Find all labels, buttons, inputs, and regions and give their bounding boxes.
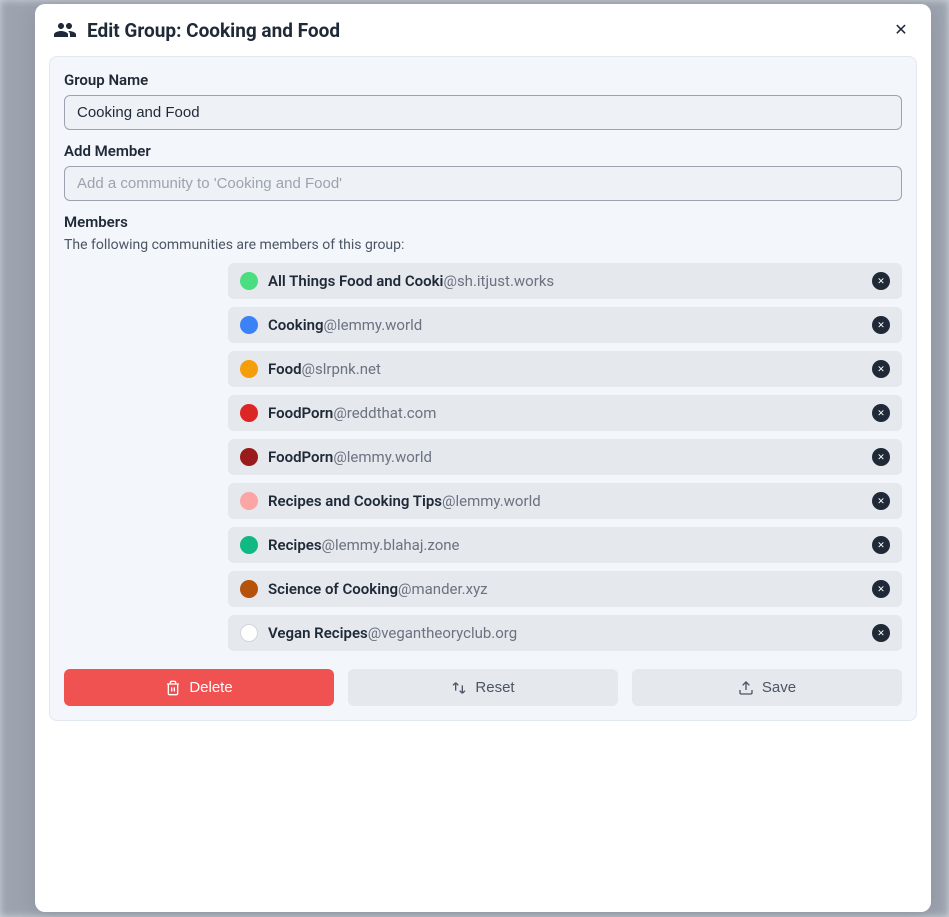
group-name-input[interactable]	[64, 95, 902, 130]
trash-icon	[165, 680, 181, 696]
community-avatar	[240, 404, 258, 422]
member-instance: @reddthat.com	[333, 404, 436, 422]
member-instance: @lemmy.blahaj.zone	[322, 536, 460, 554]
member-label: Cooking@lemmy.world	[268, 316, 862, 334]
community-avatar	[240, 272, 258, 290]
member-name: Food	[268, 360, 302, 378]
member-instance: @lemmy.world	[333, 448, 432, 466]
member-row: Vegan Recipes@vegantheoryclub.org ✕	[228, 615, 902, 651]
community-avatar	[240, 360, 258, 378]
member-label: Recipes and Cooking Tips@lemmy.world	[268, 492, 862, 510]
group-name-label: Group Name	[64, 71, 902, 89]
member-label: Food@slrpnk.net	[268, 360, 862, 378]
add-member-input[interactable]	[64, 166, 902, 201]
close-icon: ✕	[894, 20, 907, 40]
member-name: All Things Food and Cooki	[268, 272, 443, 290]
edit-group-modal: Edit Group: Cooking and Food ✕ Group Nam…	[35, 4, 931, 912]
member-instance: @slrpnk.net	[302, 360, 381, 378]
remove-member-button[interactable]: ✕	[872, 536, 890, 554]
modal-body: Group Name Add Member Members The follow…	[49, 56, 917, 721]
remove-icon: ✕	[877, 276, 885, 287]
member-row: Recipes@lemmy.blahaj.zone ✕	[228, 527, 902, 563]
member-label: Recipes@lemmy.blahaj.zone	[268, 536, 862, 554]
member-name: Recipes	[268, 536, 322, 554]
delete-label: Delete	[189, 679, 232, 696]
member-instance: @vegantheoryclub.org	[368, 624, 517, 642]
member-name: Science of Cooking	[268, 580, 398, 598]
remove-member-button[interactable]: ✕	[872, 492, 890, 510]
reset-button[interactable]: Reset	[348, 669, 618, 706]
upload-icon	[738, 680, 754, 696]
reset-icon	[451, 680, 467, 696]
remove-icon: ✕	[877, 408, 885, 419]
member-label: FoodPorn@reddthat.com	[268, 404, 862, 422]
remove-icon: ✕	[877, 584, 885, 595]
remove-member-button[interactable]: ✕	[872, 580, 890, 598]
member-instance: @lemmy.world	[442, 492, 541, 510]
member-instance: @sh.itjust.works	[443, 272, 554, 290]
member-row: All Things Food and Cooki@sh.itjust.work…	[228, 263, 902, 299]
community-avatar	[240, 316, 258, 334]
remove-icon: ✕	[877, 496, 885, 507]
reset-label: Reset	[475, 679, 514, 696]
save-label: Save	[762, 679, 796, 696]
add-member-label: Add Member	[64, 142, 902, 160]
member-name: Recipes and Cooking Tips	[268, 492, 442, 510]
member-name: Cooking	[268, 316, 324, 334]
member-name: Vegan Recipes	[268, 624, 368, 642]
member-name: FoodPorn	[268, 404, 333, 422]
remove-member-button[interactable]: ✕	[872, 316, 890, 334]
remove-icon: ✕	[877, 452, 885, 463]
member-label: All Things Food and Cooki@sh.itjust.work…	[268, 272, 862, 290]
remove-member-button[interactable]: ✕	[872, 448, 890, 466]
modal-title: Edit Group: Cooking and Food	[87, 19, 879, 42]
remove-icon: ✕	[877, 540, 885, 551]
community-avatar	[240, 580, 258, 598]
community-avatar	[240, 492, 258, 510]
remove-member-button[interactable]: ✕	[872, 404, 890, 422]
member-label: Vegan Recipes@vegantheoryclub.org	[268, 624, 862, 642]
action-row: Delete Reset Save	[64, 669, 902, 706]
member-instance: @mander.xyz	[398, 580, 488, 598]
delete-button[interactable]: Delete	[64, 669, 334, 706]
save-button[interactable]: Save	[632, 669, 902, 706]
remove-icon: ✕	[877, 320, 885, 331]
member-label: FoodPorn@lemmy.world	[268, 448, 862, 466]
close-button[interactable]: ✕	[889, 18, 913, 42]
modal-header: Edit Group: Cooking and Food ✕	[35, 4, 931, 56]
remove-icon: ✕	[877, 364, 885, 375]
members-helper: The following communities are members of…	[64, 237, 902, 253]
community-avatar	[240, 624, 258, 642]
member-row: Food@slrpnk.net ✕	[228, 351, 902, 387]
community-avatar	[240, 536, 258, 554]
member-row: FoodPorn@reddthat.com ✕	[228, 395, 902, 431]
remove-icon: ✕	[877, 628, 885, 639]
group-icon	[53, 18, 77, 42]
members-list: All Things Food and Cooki@sh.itjust.work…	[64, 263, 902, 651]
remove-member-button[interactable]: ✕	[872, 624, 890, 642]
member-row: FoodPorn@lemmy.world ✕	[228, 439, 902, 475]
members-label: Members	[64, 213, 902, 231]
member-instance: @lemmy.world	[324, 316, 423, 334]
community-avatar	[240, 448, 258, 466]
member-row: Cooking@lemmy.world ✕	[228, 307, 902, 343]
remove-member-button[interactable]: ✕	[872, 360, 890, 378]
member-label: Science of Cooking@mander.xyz	[268, 580, 862, 598]
member-name: FoodPorn	[268, 448, 333, 466]
member-row: Science of Cooking@mander.xyz ✕	[228, 571, 902, 607]
member-row: Recipes and Cooking Tips@lemmy.world ✕	[228, 483, 902, 519]
remove-member-button[interactable]: ✕	[872, 272, 890, 290]
